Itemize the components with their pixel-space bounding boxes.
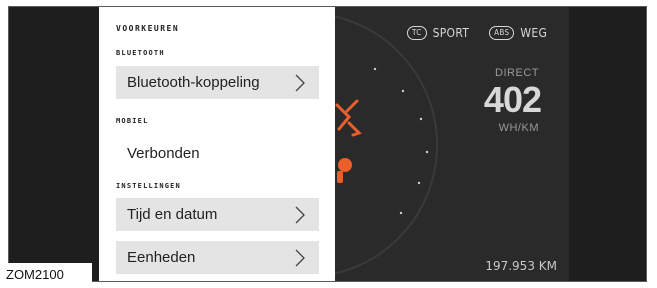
bluetooth-pairing-item[interactable]: Bluetooth-koppeling xyxy=(116,66,319,99)
direct-value: 402 xyxy=(483,79,542,120)
dashboard: TC SPORT ABS WEG DIRECT 402 WH/KM 197.95… xyxy=(335,7,569,281)
section-mobile: MOBIEL xyxy=(116,117,149,125)
time-date-label: Tijd en datum xyxy=(127,206,218,223)
bluetooth-pairing-label: Bluetooth-koppeling xyxy=(127,74,260,91)
traction-control-icon: TC xyxy=(407,26,427,40)
mode-road: WEG xyxy=(520,26,548,40)
temperature-icon xyxy=(337,158,352,183)
preferences-menu: VOORKEUREN BLUETOOTH Bluetooth-koppeling… xyxy=(99,7,335,281)
mobile-status: Verbonden xyxy=(127,145,200,162)
section-bluetooth: BLUETOOTH xyxy=(116,49,165,57)
units-item[interactable]: Eenheden xyxy=(116,241,319,274)
display-frame: TC SPORT ABS WEG DIRECT 402 WH/KM 197.95… xyxy=(8,6,647,282)
section-settings: INSTELLINGEN xyxy=(116,182,181,190)
menu-title: VOORKEUREN xyxy=(116,24,180,33)
mode-sport: SPORT xyxy=(432,26,470,40)
right-bezel xyxy=(568,7,646,281)
chevron-right-icon xyxy=(291,204,309,226)
units-label: Eenheden xyxy=(127,249,196,266)
power-gauge xyxy=(335,15,438,275)
left-bezel xyxy=(9,7,99,281)
chevron-right-icon xyxy=(291,247,309,269)
riding-modes: TC SPORT ABS WEG xyxy=(407,26,547,40)
direct-unit: WH/KM xyxy=(498,122,539,134)
regen-icon xyxy=(335,99,362,137)
time-date-item[interactable]: Tijd en datum xyxy=(116,198,319,231)
direct-label: DIRECT xyxy=(495,67,539,79)
abs-icon: ABS xyxy=(489,26,515,40)
figure-code: ZOM2100 xyxy=(0,263,92,288)
odometer: 197.953 KM xyxy=(485,259,557,273)
chevron-right-icon xyxy=(291,72,309,94)
